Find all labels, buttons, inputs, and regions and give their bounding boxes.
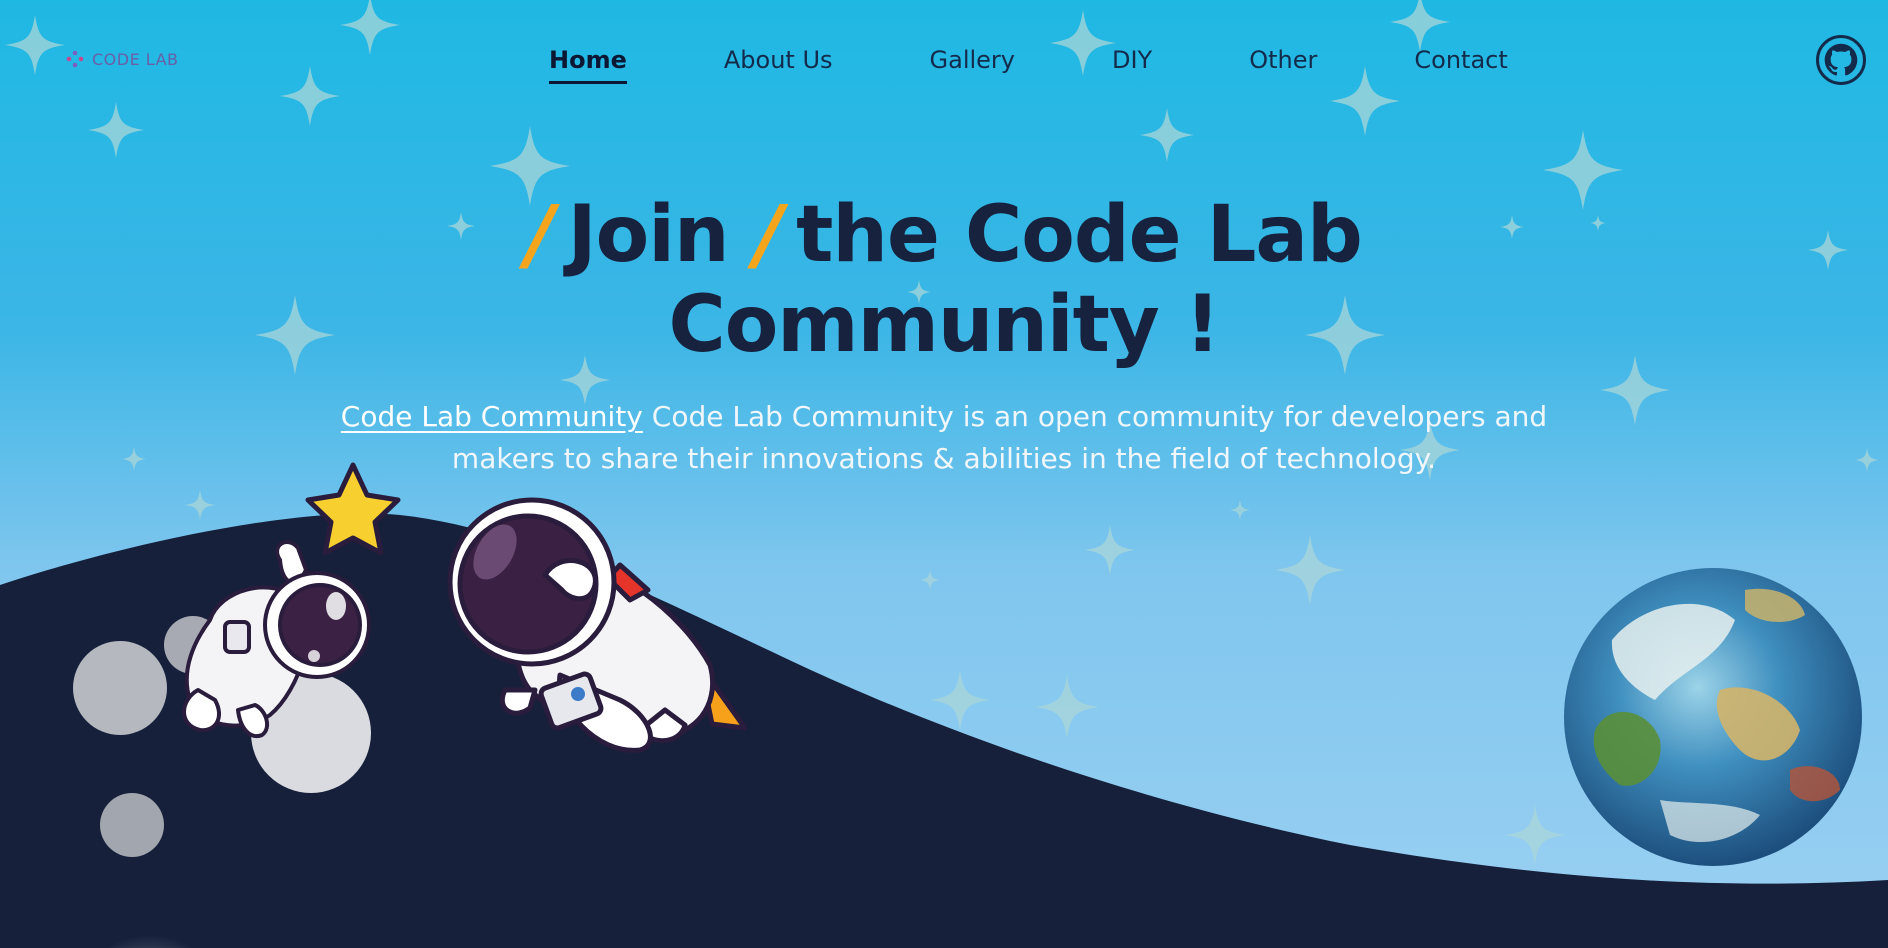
nav-home[interactable]: Home [549,46,627,84]
title-line-2: Community ! [668,280,1220,370]
title-slash-1: / [526,190,554,280]
title-rest: the Code Lab [796,190,1363,280]
earth-illustration [1564,568,1862,866]
nav-other[interactable]: Other [1249,46,1317,74]
nav-gallery[interactable]: Gallery [930,46,1015,74]
github-icon [1824,43,1858,76]
brand-name: CODE LAB [92,49,179,69]
title-slash-2: / [754,190,783,280]
nav-diy[interactable]: DIY [1112,46,1152,74]
nav-about-us[interactable]: About Us [724,46,833,74]
brand-logo[interactable]: CODE LAB [64,48,178,70]
landing-page: CODE LAB Home About Us Gallery DIY Other… [0,0,1888,948]
hero-description: Code Lab Community Code Lab Community is… [330,396,1558,480]
code-lab-logo-icon [66,50,84,68]
github-button[interactable] [1816,35,1866,85]
title-word-join: Join [567,190,730,280]
hero-title: / Join / the Code Lab Community ! [0,190,1888,370]
community-link[interactable]: Code Lab Community [341,400,643,433]
main-nav: Home About Us Gallery DIY Other Contact [549,40,1508,84]
nav-contact[interactable]: Contact [1414,46,1507,74]
